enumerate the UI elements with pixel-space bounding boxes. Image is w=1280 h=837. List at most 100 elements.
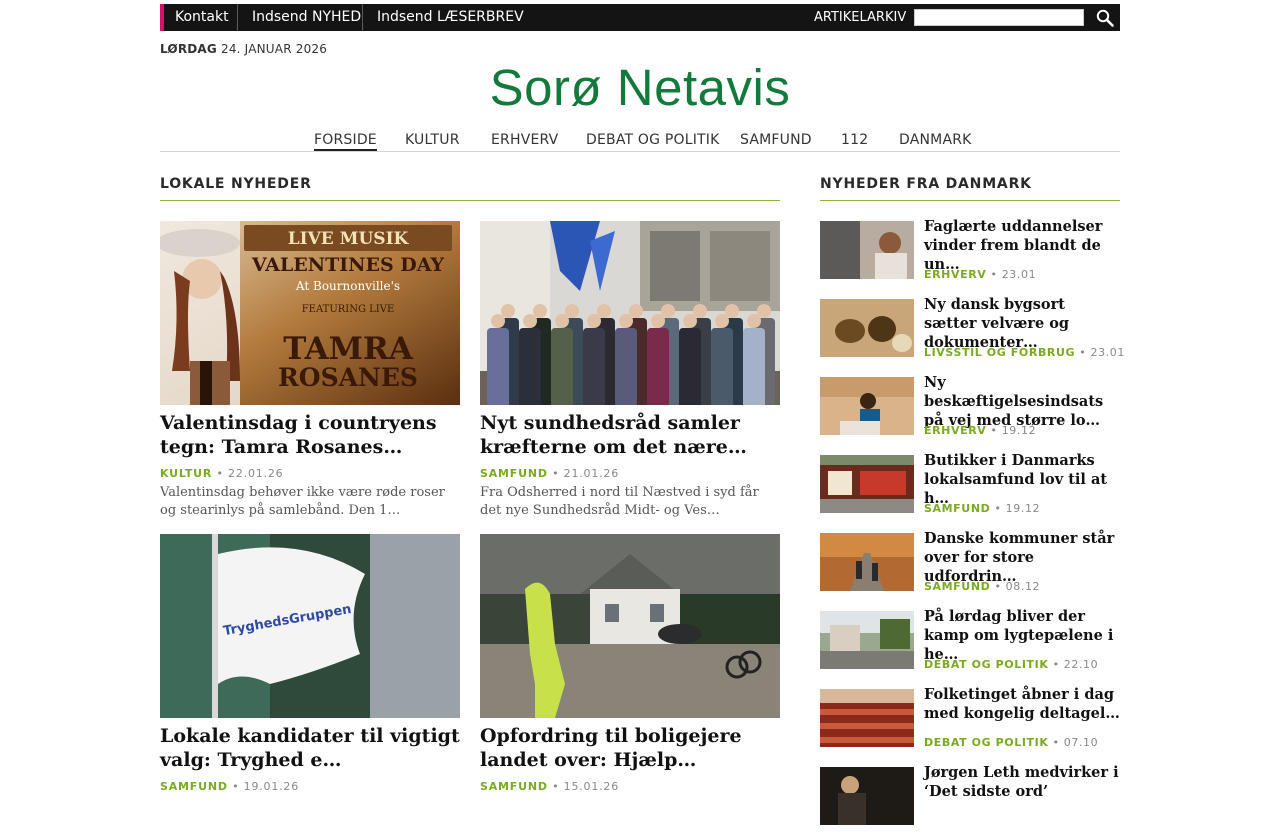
current-date: LØRDAG 24. JANUAR 2026 xyxy=(160,42,327,56)
news-thumbnail[interactable] xyxy=(820,767,914,825)
national-news-heading: NYHEDER FRA DANMARK xyxy=(820,176,1032,192)
submit-letter-link[interactable]: Indsend LÆSERBREV xyxy=(377,4,524,31)
news-category[interactable]: SAMFUND xyxy=(924,502,990,515)
nav-item-forside[interactable]: FORSIDE xyxy=(314,132,377,151)
article-image-flag[interactable]: TryghedsGruppen xyxy=(160,534,460,718)
nav-item-112[interactable]: 112 xyxy=(841,132,868,148)
news-title[interactable]: Ny beskæftigelsesindsats på vej med stør… xyxy=(924,373,1120,430)
news-title[interactable]: Faglærte uddannelser vinder frem blandt … xyxy=(924,217,1120,274)
article-card[interactable]: LIVE MUSIK VALENTINES DAY At Bournonvill… xyxy=(160,221,460,520)
house-photo-image xyxy=(480,534,780,718)
search-button[interactable] xyxy=(1090,4,1120,31)
news-title[interactable]: Ny dansk bygsort sætter velvære og dokum… xyxy=(924,295,1120,352)
photo-person-head xyxy=(693,304,707,318)
sidebar-news-item[interactable]: Ny dansk bygsort sætter velvære og dokum… xyxy=(820,296,1124,369)
news-category[interactable]: SAMFUND xyxy=(924,580,990,593)
article-title[interactable]: Lokale kandidater til vigtigt valg: Tryg… xyxy=(160,724,460,772)
sidebar-news-item[interactable]: Danske kommuner står over for store udfo… xyxy=(820,530,1120,603)
news-thumbnail[interactable] xyxy=(820,221,914,279)
nav-item-erhverv[interactable]: ERHVERV xyxy=(491,132,558,148)
photo-person-head xyxy=(523,314,537,328)
thumbnail-image xyxy=(820,455,914,513)
news-thumbnail[interactable] xyxy=(820,299,914,357)
group-photo-image xyxy=(480,221,780,405)
photo-person-body xyxy=(487,328,509,405)
news-thumbnail[interactable] xyxy=(820,533,914,591)
thumbnail-image xyxy=(820,611,914,669)
photo-person-head xyxy=(661,304,675,318)
poster-text: VALENTINES DAY xyxy=(251,254,445,276)
article-image-concert-poster[interactable]: LIVE MUSIK VALENTINES DAY At Bournonvill… xyxy=(160,221,460,405)
article-date: • 22.01.26 xyxy=(216,467,284,480)
news-title[interactable]: Jørgen Leth medvirker i ‘Det sidste ord’ xyxy=(924,763,1120,801)
photo-person-body xyxy=(679,328,701,405)
site-logo[interactable]: Sorø Netavis xyxy=(160,58,1120,117)
news-title[interactable]: Butikker i Danmarks lokalsamfund lov til… xyxy=(924,451,1120,508)
article-title[interactable]: Nyt sundhedsråd samler kræfterne om det … xyxy=(480,411,780,459)
news-category[interactable]: ERHVERV xyxy=(924,268,986,281)
article-meta: SAMFUND • 21.01.26 xyxy=(480,467,780,480)
photo-person-head xyxy=(491,314,505,328)
news-date: • 19.12 xyxy=(994,502,1041,515)
flag-photo-image: TryghedsGruppen xyxy=(160,534,460,718)
article-card[interactable]: TryghedsGruppen Lokale kandidater til vi… xyxy=(160,534,460,793)
sidebar-news-item[interactable]: Folketinget åbner i dag med kongelig del… xyxy=(820,686,1120,759)
news-thumbnail[interactable] xyxy=(820,689,914,747)
news-thumbnail[interactable] xyxy=(820,455,914,513)
sidebar-news-item[interactable]: Faglærte uddannelser vinder frem blandt … xyxy=(820,218,1120,291)
news-category[interactable]: DEBAT OG POLITIK xyxy=(924,658,1048,671)
sidebar-news-item[interactable]: Jørgen Leth medvirker i ‘Det sidste ord’ xyxy=(820,764,1120,837)
nav-item-debat-og-politik[interactable]: DEBAT OG POLITIK xyxy=(586,132,720,148)
article-card[interactable]: Opfordring til boligejere landet over: H… xyxy=(480,534,780,793)
photo-person-head xyxy=(501,304,515,318)
article-date: • 21.01.26 xyxy=(552,467,620,480)
thumbnail-image xyxy=(820,767,914,825)
article-category[interactable]: SAMFUND xyxy=(480,467,548,480)
sidebar-news-item[interactable]: Butikker i Danmarks lokalsamfund lov til… xyxy=(820,452,1120,525)
photo-person-head xyxy=(555,314,569,328)
news-title[interactable]: Folketinget åbner i dag med kongelig del… xyxy=(924,685,1120,723)
poster-text: At Bournonville's xyxy=(295,279,400,293)
article-category[interactable]: SAMFUND xyxy=(480,780,548,793)
article-title[interactable]: Valentinsdag i countryens tegn: Tamra Ro… xyxy=(160,411,460,459)
article-title[interactable]: Opfordring til boligejere landet over: H… xyxy=(480,724,780,772)
article-date: • 15.01.26 xyxy=(552,780,620,793)
poster-text: FEATURING LIVE xyxy=(302,304,395,315)
news-thumbnail[interactable] xyxy=(820,377,914,435)
news-category[interactable]: LIVSSTIL OG FORBRUG xyxy=(924,346,1075,359)
article-image-house[interactable] xyxy=(480,534,780,718)
contact-link[interactable]: Kontakt xyxy=(175,4,229,31)
news-date: • 23.01 xyxy=(1079,346,1125,359)
nav-item-danmark[interactable]: DANMARK xyxy=(899,132,972,148)
topbar-accent-stripe xyxy=(160,4,164,31)
photo-person-body xyxy=(519,328,541,405)
poster-text: TAMRA xyxy=(283,331,414,367)
article-image-group-photo[interactable] xyxy=(480,221,780,405)
article-excerpt: Fra Odsherred i nord til Næstved i syd f… xyxy=(480,485,759,518)
news-title[interactable]: På lørdag bliver der kamp om lygtepælene… xyxy=(924,607,1120,664)
poster-text: LIVE MUSIK xyxy=(288,229,410,249)
article-meta: SAMFUND • 19.01.26 xyxy=(160,780,460,793)
article-date: • 19.01.26 xyxy=(232,780,300,793)
sidebar-news-item[interactable]: På lørdag bliver der kamp om lygtepælene… xyxy=(820,608,1120,681)
article-category[interactable]: SAMFUND xyxy=(160,780,228,793)
news-title[interactable]: Danske kommuner står over for store udfo… xyxy=(924,529,1120,586)
news-meta: SAMFUND • 08.12 xyxy=(924,580,1040,593)
article-category[interactable]: KULTUR xyxy=(160,467,212,480)
sidebar-news-item[interactable]: Ny beskæftigelsesindsats på vej med stør… xyxy=(820,374,1120,447)
nav-item-kultur[interactable]: KULTUR xyxy=(405,132,460,148)
article-archive-link[interactable]: ARTIKELARKIV xyxy=(814,4,906,31)
search-input[interactable] xyxy=(914,9,1084,26)
news-category[interactable]: DEBAT OG POLITIK xyxy=(924,736,1048,749)
news-category[interactable]: ERHVERV xyxy=(924,424,986,437)
page: Kontakt Indsend NYHED Indsend LÆSERBREV … xyxy=(160,0,1124,825)
article-card[interactable]: Nyt sundhedsråd samler kræfterne om det … xyxy=(480,221,780,520)
photo-person-head xyxy=(565,304,579,318)
local-news-heading: LOKALE NYHEDER xyxy=(160,176,312,192)
article-meta: SAMFUND • 15.01.26 xyxy=(480,780,780,793)
search-icon xyxy=(1096,9,1114,27)
news-thumbnail[interactable] xyxy=(820,611,914,669)
submit-news-link[interactable]: Indsend NYHED xyxy=(252,4,361,31)
nav-item-samfund[interactable]: SAMFUND xyxy=(740,132,812,148)
photo-person-body xyxy=(743,328,765,405)
